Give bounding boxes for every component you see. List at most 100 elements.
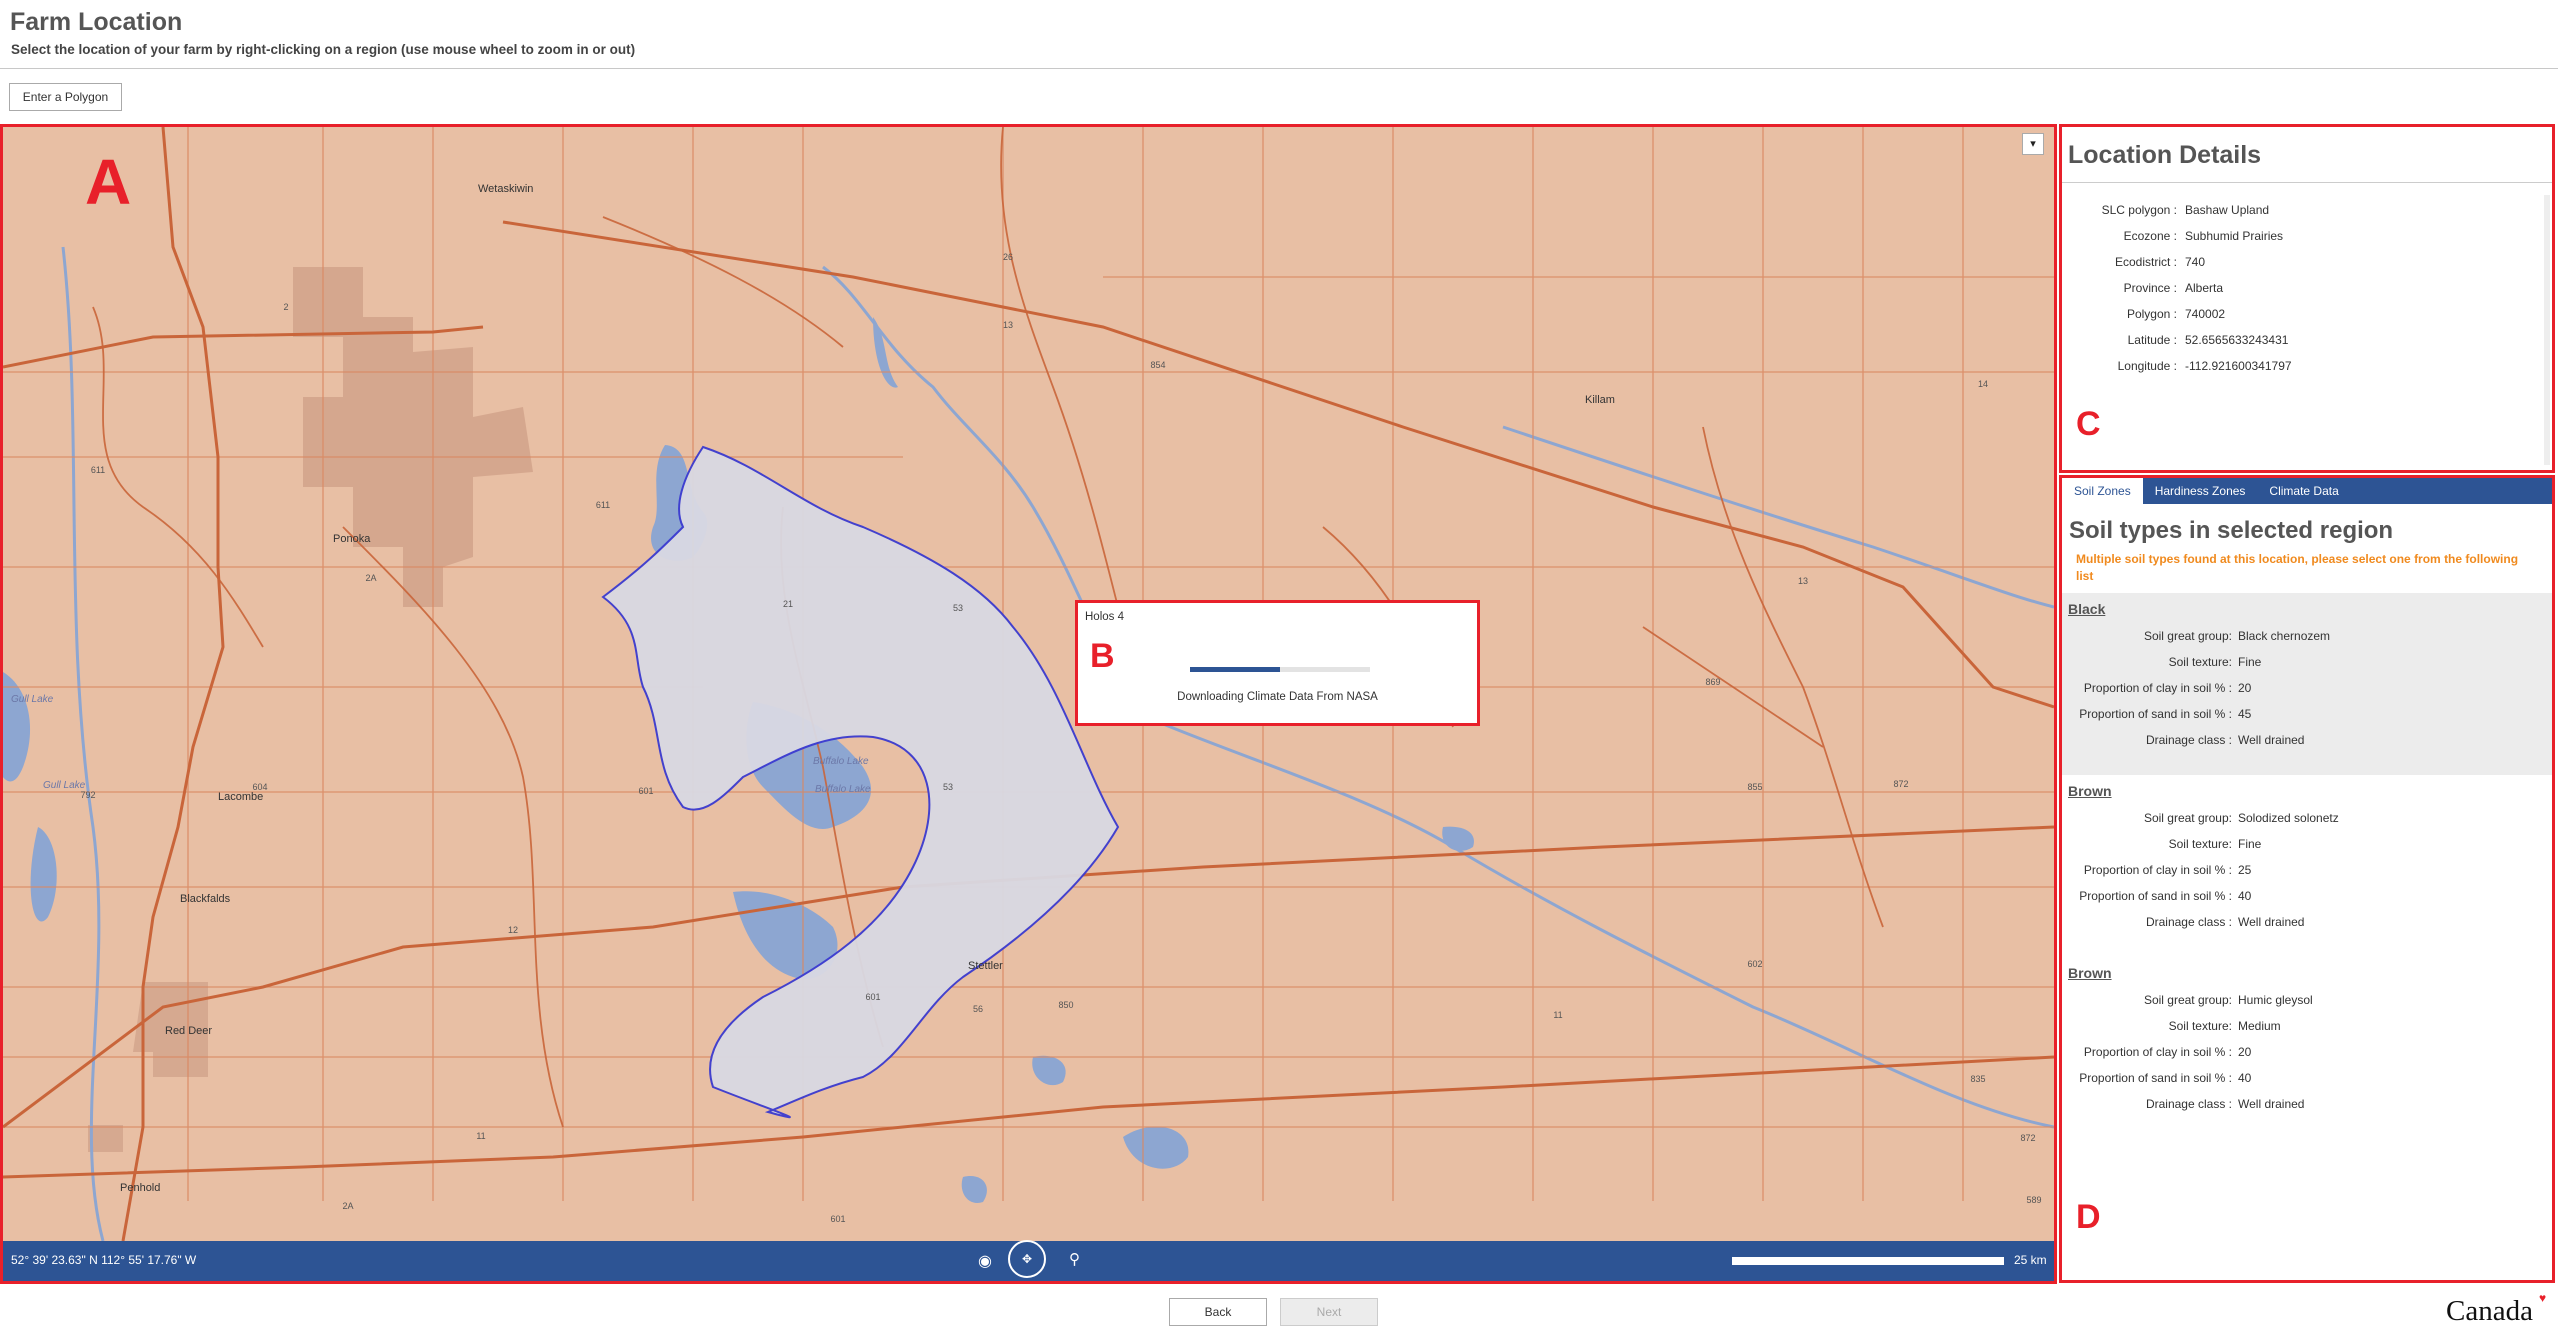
highway-label: 53 — [953, 603, 963, 613]
page-subtitle: Select the location of your farm by righ… — [11, 42, 636, 57]
town-label: Stettler — [968, 960, 1003, 972]
soil-field-label: Drainage class : — [2145, 733, 2232, 747]
location-field-list: SLC polygon : Bashaw Upland Ecozone : Subhu… — [2062, 197, 2532, 379]
pan-control-icon[interactable]: ✥ — [1008, 1240, 1046, 1278]
soil-tab-bar: Soil Zones Hardiness Zones Climate Data — [2062, 478, 2552, 504]
zoom-icon[interactable]: ⚲ — [1069, 1250, 1080, 1268]
field-value: Bashaw Upland — [2185, 203, 2270, 217]
brand-text: Canada — [2446, 1295, 2533, 1327]
soil-zone-name[interactable]: Brown — [2068, 783, 2552, 805]
highway-label: 850 — [1058, 1000, 1073, 1010]
layer-menu-button[interactable]: ▾ — [2022, 133, 2044, 155]
highway-label: 13 — [1798, 576, 1808, 586]
location-field-row: Polygon : 740002 — [2062, 301, 2532, 327]
map-canvas[interactable]: 2 13 26 611 854 14 13 2A 611 21 53 56 85… — [3, 127, 2054, 1241]
soil-field-label: Soil texture: — [2168, 1019, 2232, 1033]
soil-field-value: Fine — [2238, 837, 2262, 851]
field-label: Longitude : — [2117, 359, 2177, 373]
soil-entry[interactable]: Brown Soil great group: Humic gleysol Soil … — [2062, 957, 2552, 1139]
divider — [2062, 182, 2552, 183]
marker-b: B — [1090, 637, 1115, 675]
highway-label: 872 — [1893, 779, 1908, 789]
maple-leaf-icon: ♥ — [2539, 1291, 2547, 1305]
highway-label: 611 — [91, 465, 105, 475]
soil-field-value: 25 — [2238, 863, 2252, 877]
highway-label: 11 — [476, 1131, 485, 1141]
highway-label: 13 — [1003, 320, 1013, 330]
soil-notice: Multiple soil types found at this locati… — [2076, 552, 2519, 584]
location-field-row: Ecodistrict : 740 — [2062, 249, 2532, 275]
location-field-row: SLC polygon : Bashaw Upland — [2062, 197, 2532, 223]
highway-label: 792 — [80, 790, 95, 800]
tab-soil-zones[interactable]: Soil Zones — [2062, 478, 2143, 504]
town-label: Penhold — [120, 1182, 160, 1194]
progress-track — [1190, 667, 1370, 672]
soil-entry[interactable]: Brown Soil great group: Solodized solonetz… — [2062, 775, 2552, 957]
highway-label: 26 — [1003, 252, 1013, 262]
town-label: Red Deer — [165, 1025, 212, 1037]
soil-entry-list: Black Soil great group: Black chernozem Soi… — [2062, 593, 2552, 1139]
highway-label: 12 — [508, 925, 518, 935]
soil-field-label: Proportion of sand in soil % : — [2079, 707, 2232, 721]
field-value: -112.921600341797 — [2185, 359, 2292, 373]
soil-zone-name[interactable]: Black — [2068, 601, 2552, 623]
field-label: Province : — [2123, 281, 2177, 295]
eye-icon[interactable]: ◉ — [978, 1251, 992, 1271]
location-field-row: Latitude : 52.6565633243431 — [2062, 327, 2532, 353]
soil-field-value: 40 — [2238, 1071, 2252, 1085]
highway-label: 611 — [596, 500, 610, 510]
soil-field-label: Proportion of clay in soil % : — [2083, 863, 2232, 877]
soil-heading: Soil types in selected region — [2069, 517, 2394, 544]
soil-field-label: Proportion of clay in soil % : — [2083, 1045, 2232, 1059]
highway-label: 2A — [365, 573, 376, 583]
highway-label: 601 — [865, 992, 880, 1002]
highway-label: 602 — [1747, 959, 1762, 969]
soil-field-value: Fine — [2238, 655, 2262, 669]
highway-label: 855 — [1747, 782, 1762, 792]
location-details-panel: Location Details SLC polygon : Bashaw Upl… — [2059, 124, 2555, 473]
location-field-row: Province : Alberta — [2062, 275, 2532, 301]
highway-label: 2A — [342, 1201, 353, 1211]
soil-field-label: Soil texture: — [2168, 655, 2232, 669]
highway-label: 601 — [830, 1214, 845, 1224]
highway-label: 872 — [2020, 1133, 2035, 1143]
field-value: 740002 — [2185, 307, 2226, 321]
field-value: 52.6565633243431 — [2185, 333, 2289, 347]
enter-polygon-button[interactable]: Enter a Polygon — [9, 83, 122, 111]
soil-field-label: Soil great group: — [2143, 993, 2232, 1007]
highway-label: 869 — [1705, 677, 1720, 687]
tab-hardiness-zones[interactable]: Hardiness Zones — [2143, 478, 2258, 504]
town-label: Ponoka — [333, 533, 371, 545]
soil-field-value: Humic gleysol — [2238, 993, 2313, 1007]
scrollbar[interactable] — [2544, 195, 2550, 465]
map-status-bar: 52° 39' 23.63" N 112° 55' 17.76" W ◉ ✥ ⚲… — [3, 1240, 2054, 1281]
tab-climate-data[interactable]: Climate Data — [2257, 478, 2350, 504]
progress-fill — [1190, 667, 1280, 672]
footer-nav: Back Next Canada ♥ — [0, 1285, 2558, 1335]
soil-field-label: Drainage class : — [2145, 915, 2232, 929]
soil-field-label: Soil texture: — [2168, 837, 2232, 851]
lake-label: Gull Lake — [11, 694, 54, 705]
town-label: Wetaskiwin — [478, 183, 533, 195]
back-button[interactable]: Back — [1169, 1298, 1267, 1326]
soil-entry[interactable]: Black Soil great group: Black chernozem Soi… — [2062, 593, 2552, 775]
soil-zone-name[interactable]: Brown — [2068, 965, 2552, 987]
soil-field-value: 20 — [2238, 681, 2252, 695]
field-value: Subhumid Prairies — [2185, 229, 2284, 243]
location-details-title: Location Details — [2068, 141, 2262, 169]
soil-field-value: Black chernozem — [2238, 629, 2331, 643]
highway-label: 21 — [783, 599, 793, 609]
lake-label: Gull Lake — [43, 780, 86, 791]
map-panel[interactable]: 2 13 26 611 854 14 13 2A 611 21 53 56 85… — [0, 124, 2057, 1284]
soil-field-value: 20 — [2238, 1045, 2252, 1059]
lake-label: Buffalo Lake — [815, 784, 871, 795]
soil-field-value: Well drained — [2238, 733, 2305, 747]
town-label: Lacombe — [218, 791, 263, 803]
soil-field-label: Soil great group: — [2143, 811, 2232, 825]
next-button[interactable]: Next — [1280, 1298, 1378, 1326]
scale-label: 25 km — [2014, 1253, 2047, 1267]
highway-label: 56 — [973, 1004, 983, 1014]
field-label: SLC polygon : — [2101, 203, 2177, 217]
field-label: Ecodistrict : — [2114, 255, 2177, 269]
highway-label: 601 — [638, 786, 653, 796]
